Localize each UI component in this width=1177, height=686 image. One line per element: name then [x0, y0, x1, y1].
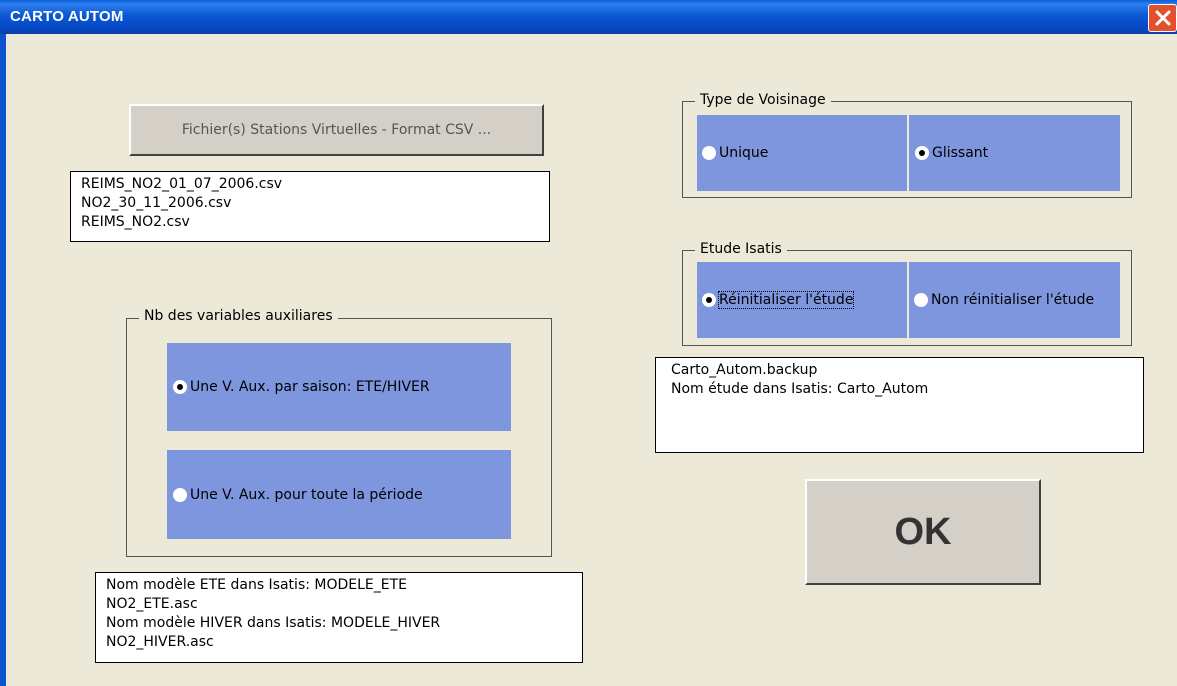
- list-item[interactable]: REIMS_NO2_01_07_2006.csv: [81, 175, 539, 194]
- radio-selected-icon[interactable]: [173, 380, 187, 394]
- list-item[interactable]: Nom modèle ETE dans Isatis: MODELE_ETE: [106, 576, 572, 595]
- radio-unselected-icon[interactable]: [914, 293, 928, 307]
- ok-button-label: OK: [894, 510, 952, 553]
- close-button[interactable]: [1148, 4, 1177, 32]
- title-bar[interactable]: CARTO AUTOM: [0, 0, 1177, 34]
- option-non-reinitialiser-etude[interactable]: Non réinitialiser l'étude: [909, 262, 1120, 338]
- list-item[interactable]: NO2_HIVER.asc: [106, 633, 572, 652]
- option-voisinage-glissant[interactable]: Glissant: [909, 115, 1120, 191]
- ok-button[interactable]: OK: [805, 479, 1041, 585]
- option-voisinage-unique[interactable]: Unique: [697, 115, 907, 191]
- option-voisinage-glissant-label: Glissant: [932, 145, 989, 161]
- voisinage-legend: Type de Voisinage: [695, 92, 831, 108]
- select-csv-files-label: Fichier(s) Stations Virtuelles - Format …: [181, 122, 492, 138]
- radio-selected-icon[interactable]: [702, 293, 716, 307]
- option-reinitialiser-etude-label: Réinitialiser l'étude: [717, 291, 855, 309]
- radio-selected-icon[interactable]: [915, 146, 929, 160]
- option-non-reinitialiser-etude-label: Non réinitialiser l'étude: [931, 292, 1095, 308]
- option-aux-whole-period-label: Une V. Aux. pour toute la période: [190, 486, 423, 503]
- aux-variables-legend: Nb des variables auxiliares: [139, 308, 338, 324]
- option-aux-per-season[interactable]: Une V. Aux. par saison: ETE/HIVER: [167, 343, 511, 431]
- csv-files-list[interactable]: REIMS_NO2_01_07_2006.csv NO2_30_11_2006.…: [70, 171, 550, 242]
- radio-unselected-icon[interactable]: [173, 487, 187, 502]
- radio-unselected-icon[interactable]: [702, 146, 716, 160]
- list-item[interactable]: Nom étude dans Isatis: Carto_Autom: [671, 380, 1133, 399]
- list-item[interactable]: Carto_Autom.backup: [671, 361, 1133, 380]
- close-icon: [1155, 10, 1170, 26]
- list-item[interactable]: NO2_30_11_2006.csv: [81, 194, 539, 213]
- list-item[interactable]: NO2_ETE.asc: [106, 595, 572, 614]
- list-item[interactable]: REIMS_NO2.csv: [81, 213, 539, 232]
- dialog-window: CARTO AUTOM Fichier(s) Stations Virtuell…: [0, 0, 1177, 686]
- option-reinitialiser-etude[interactable]: Réinitialiser l'étude: [697, 262, 907, 338]
- etude-isatis-legend: Etude Isatis: [695, 241, 787, 257]
- window-frame-left: [0, 34, 6, 686]
- study-info-list[interactable]: Carto_Autom.backup Nom étude dans Isatis…: [655, 357, 1144, 453]
- window-title: CARTO AUTOM: [10, 8, 124, 25]
- option-voisinage-unique-label: Unique: [719, 145, 769, 161]
- option-aux-whole-period[interactable]: Une V. Aux. pour toute la période: [167, 450, 511, 539]
- select-csv-files-button[interactable]: Fichier(s) Stations Virtuelles - Format …: [129, 104, 544, 156]
- list-item[interactable]: Nom modèle HIVER dans Isatis: MODELE_HIV…: [106, 614, 572, 633]
- option-aux-per-season-label: Une V. Aux. par saison: ETE/HIVER: [190, 379, 430, 395]
- model-info-list[interactable]: Nom modèle ETE dans Isatis: MODELE_ETE N…: [95, 572, 583, 663]
